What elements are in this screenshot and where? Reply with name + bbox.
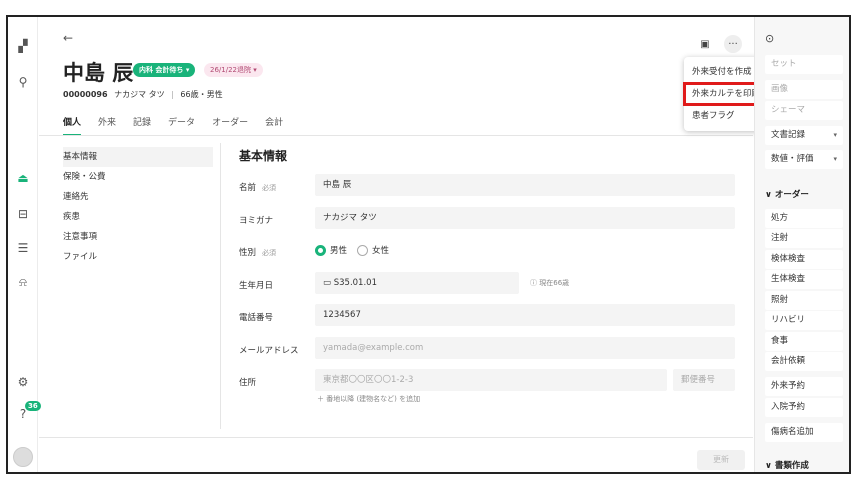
- subnav-contact[interactable]: 連絡先: [63, 187, 213, 207]
- sex-row: 性別 必須 男性 女性: [239, 239, 739, 272]
- patient-age-sex: 66歳・男性: [180, 90, 223, 99]
- more-menu-button[interactable]: ···: [724, 35, 742, 53]
- tab-billing[interactable]: 会計: [265, 115, 283, 136]
- email-label: メールアドレス: [239, 345, 299, 356]
- values-button[interactable]: 数値・評価 ▾: [765, 150, 843, 169]
- female-radio[interactable]: 女性: [357, 244, 389, 256]
- update-button[interactable]: 更新: [697, 450, 745, 470]
- image-button[interactable]: 画像: [765, 80, 843, 99]
- email-field[interactable]: yamada@example.com: [315, 336, 735, 359]
- panel-toggle-icon[interactable]: ⊙: [765, 32, 774, 45]
- phone-field[interactable]: 1234567: [315, 304, 735, 326]
- kana-row: ヨミガナ ナカジマ タツ: [239, 206, 739, 240]
- discharge-badge[interactable]: 26/1/22退院 ▾: [204, 63, 263, 77]
- kana-field[interactable]: ナカジマ タツ: [315, 206, 735, 229]
- order-billing-request[interactable]: 会計依頼: [765, 352, 843, 371]
- chevron-down-icon: ▾: [833, 131, 837, 139]
- calendar-icon: ▭: [323, 277, 332, 288]
- app-logo-icon[interactable]: ▞: [14, 37, 32, 55]
- main-content: ← ▣ ··· 中島 辰 内科 会計待ち ▾ 26/1/22退院 ▾ 00000…: [39, 17, 775, 472]
- dob-field[interactable]: ▭ S35.01.01: [315, 271, 519, 294]
- phone-row: 電話番号 1234567: [239, 304, 739, 337]
- app-window: ▞ ⚲ ⏏ ⊟ ☰ ⍾ ⚙ ? 36 ← ▣ ··· 中島 辰 内科 会計待ち …: [6, 15, 851, 474]
- tab-data[interactable]: データ: [168, 115, 195, 136]
- tab-outpatient[interactable]: 外来: [98, 115, 116, 136]
- outpatient-icon[interactable]: ⏏: [14, 169, 32, 187]
- add-address-link[interactable]: ＋ 番地以降 (建物名など) を追加: [317, 394, 420, 404]
- left-rail: ▞ ⚲ ⏏ ⊟ ☰ ⍾ ⚙ ? 36: [8, 17, 41, 472]
- address-row: 住所 東京都〇〇区〇〇1-2-3 郵便番号 ＋ 番地以降 (建物名など) を追加: [239, 369, 739, 404]
- bell-icon[interactable]: ⍾: [14, 273, 32, 291]
- order-rehab[interactable]: リハビリ: [765, 311, 843, 330]
- inpatient-reservation[interactable]: 入院予約: [765, 398, 843, 417]
- tab-personal[interactable]: 個人: [63, 115, 82, 136]
- patient-info: 00000096 ナカジマ タツ | 66歳・男性: [63, 89, 223, 100]
- divider: [39, 135, 753, 136]
- age-note: ⓘ 現在66歳: [530, 278, 570, 287]
- gear-icon[interactable]: ⚙: [14, 373, 32, 391]
- tab-records[interactable]: 記録: [133, 115, 151, 136]
- subnav-files[interactable]: ファイル: [63, 247, 213, 267]
- order-radiation[interactable]: 照射: [765, 291, 843, 310]
- name-field[interactable]: 中島 辰: [315, 174, 735, 196]
- section-title: 基本情報: [239, 149, 288, 163]
- outpatient-reservation[interactable]: 外来予約: [765, 377, 843, 396]
- divider: [39, 437, 753, 438]
- dob-row: 生年月日 ▭ S35.01.01 ⓘ 現在66歳: [239, 271, 739, 305]
- order-specimen-test[interactable]: 検体検査: [765, 250, 843, 269]
- tab-orders[interactable]: オーダー: [212, 115, 248, 136]
- subnav-notes[interactable]: 注意事項: [63, 227, 213, 247]
- add-disease-name[interactable]: 傷病名追加: [765, 423, 843, 442]
- patient-search-icon[interactable]: ⚲: [14, 73, 32, 91]
- list-icon[interactable]: ☰: [14, 239, 32, 257]
- basic-info-form: 基本情報 名前 必須 中島 辰 ヨミガナ ナカジマ タツ 性別 必須 男性 女性 生…: [239, 147, 739, 404]
- order-meal[interactable]: 食事: [765, 332, 843, 351]
- patient-kana: ナカジマ タツ: [114, 90, 165, 99]
- divider: |: [171, 90, 174, 99]
- bed-icon[interactable]: ⊟: [14, 205, 32, 223]
- chevron-down-icon: ▾: [833, 155, 837, 163]
- phone-label: 電話番号: [239, 313, 274, 323]
- back-icon[interactable]: ←: [63, 31, 73, 45]
- subnav-basic-info[interactable]: 基本情報: [63, 147, 213, 167]
- avatar[interactable]: [13, 447, 33, 467]
- address-field[interactable]: 東京都〇〇区〇〇1-2-3: [315, 369, 667, 391]
- right-panel: ⊙ セット 画像 シェーマ 文書記録 ▾ 数値・評価 ▾ ∨ オーダー 処方 注射 …: [754, 17, 849, 472]
- email-row: メールアドレス yamada@example.com: [239, 336, 739, 370]
- sex-label: 性別 必須: [239, 248, 277, 258]
- divider: [220, 143, 221, 429]
- patient-id: 00000096: [63, 90, 108, 99]
- patient-name: 中島 辰: [63, 61, 134, 85]
- docs-section-header[interactable]: ∨ 書類作成: [765, 459, 809, 471]
- dob-label: 生年月日: [239, 280, 274, 291]
- subnav: 基本情報 保険・公費 連絡先 疾患 注意事項 ファイル: [63, 147, 213, 267]
- order-section-header[interactable]: ∨ オーダー: [765, 188, 809, 200]
- subnav-disease[interactable]: 疾患: [63, 207, 213, 227]
- tab-bar: 個人 外来 記録 データ オーダー 会計: [63, 115, 300, 136]
- set-button[interactable]: セット: [765, 55, 843, 74]
- order-prescription[interactable]: 処方: [765, 209, 843, 228]
- order-physiological-test[interactable]: 生体検査: [765, 270, 843, 289]
- order-injection[interactable]: 注射: [765, 229, 843, 248]
- male-radio[interactable]: 男性: [315, 244, 347, 256]
- doc-record-button[interactable]: 文書記録 ▾: [765, 126, 843, 145]
- zip-field[interactable]: 郵便番号: [673, 369, 735, 391]
- name-label: 名前 必須: [239, 183, 277, 193]
- subnav-insurance[interactable]: 保険・公費: [63, 167, 213, 187]
- address-label: 住所: [239, 378, 257, 388]
- id-card-icon[interactable]: ▣: [696, 35, 714, 53]
- name-row: 名前 必須 中島 辰: [239, 174, 739, 207]
- kana-label: ヨミガナ: [239, 215, 274, 226]
- status-badge[interactable]: 内科 会計待ち ▾: [133, 63, 196, 77]
- schema-button[interactable]: シェーマ: [765, 101, 843, 120]
- sex-radio-group: 男性 女性: [315, 244, 389, 256]
